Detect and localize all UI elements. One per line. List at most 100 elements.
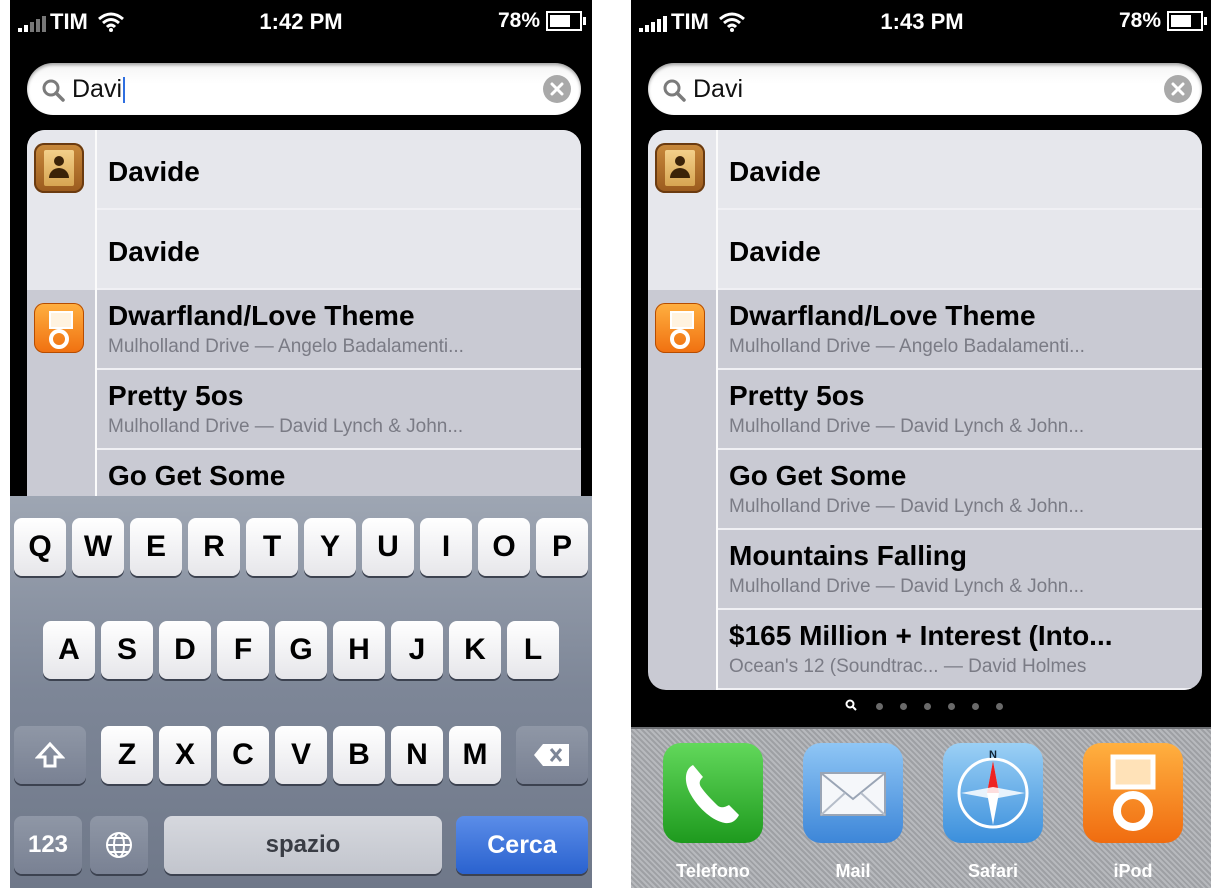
search-results: Davide Davide Dwarfland/Love Theme Mulholl… (27, 130, 581, 530)
result-row[interactable]: Pretty 5os Mulholland Drive — David Lynch… (718, 370, 1202, 450)
dock-app-mail[interactable]: Mail (803, 743, 903, 883)
status-bar: TIM 1:43 PM 78% (631, 0, 1211, 44)
shift-icon (34, 741, 66, 768)
result-title: $165 Million + Interest (Into... (729, 620, 1113, 651)
space-key[interactable]: spazio (164, 816, 442, 874)
result-row[interactable]: Davide (718, 130, 1202, 210)
dock-label: Safari (967, 861, 1019, 881)
key-h[interactable]: H (333, 621, 385, 679)
key-q[interactable]: Q (14, 518, 66, 576)
page-indicator[interactable] (631, 698, 1211, 714)
search-input[interactable]: Davi (72, 75, 126, 104)
key-d[interactable]: D (159, 621, 211, 679)
battery-status: 78% (1119, 9, 1207, 33)
key-f[interactable]: F (217, 621, 269, 679)
search-icon (42, 79, 65, 102)
key-g[interactable]: G (275, 621, 327, 679)
result-subtitle: Mulholland Drive — David Lynch & John... (108, 416, 464, 437)
result-title: Davide (729, 236, 821, 267)
key-y[interactable]: Y (304, 518, 356, 576)
result-subtitle: Mulholland Drive — Angelo Badalamenti... (729, 336, 1085, 357)
shift-key[interactable] (14, 726, 86, 784)
result-row[interactable]: Go Get Some Mulholland Drive — David Lync… (718, 450, 1202, 530)
text-caret (123, 77, 126, 104)
contacts-results-group: Davide Davide (648, 130, 1202, 290)
result-row[interactable]: $165 Million + Interest (Into... Ocean's … (718, 610, 1202, 690)
result-row[interactable]: Davide (718, 210, 1202, 290)
key-n[interactable]: N (391, 726, 443, 784)
key-u[interactable]: U (362, 518, 414, 576)
key-i[interactable]: I (420, 518, 472, 576)
music-rows: Dwarfland/Love Theme Mulholland Drive — A… (718, 290, 1202, 690)
dock-app-safari[interactable]: N Safari (943, 743, 1043, 883)
key-e[interactable]: E (130, 518, 182, 576)
page-dot (996, 703, 1003, 710)
page-dot (924, 703, 931, 710)
key-p[interactable]: P (536, 518, 588, 576)
battery-icon (1167, 11, 1207, 31)
key-w[interactable]: W (72, 518, 124, 576)
backspace-key[interactable] (516, 726, 588, 784)
status-bar: TIM 1:42 PM 78% (10, 0, 592, 44)
numbers-key[interactable]: 123 (14, 816, 82, 874)
key-z[interactable]: Z (101, 726, 153, 784)
safari-icon: N (943, 743, 1043, 843)
ipod-icon (1083, 743, 1183, 843)
key-m[interactable]: M (449, 726, 501, 784)
key-k[interactable]: K (449, 621, 501, 679)
page-dot (900, 703, 907, 710)
result-subtitle: Mulholland Drive — David Lynch & John... (729, 496, 1085, 517)
contacts-group-icon-cell (648, 130, 718, 290)
search-field[interactable]: Davi (27, 63, 581, 115)
battery-status: 78% (498, 9, 586, 33)
key-j[interactable]: J (391, 621, 443, 679)
result-row[interactable]: Davide (97, 210, 581, 290)
dock-app-telefono[interactable]: Telefono (663, 743, 763, 883)
music-rows: Dwarfland/Love Theme Mulholland Drive — A… (97, 290, 581, 530)
result-subtitle: Mulholland Drive — David Lynch & John... (729, 416, 1085, 437)
result-row[interactable]: Davide (97, 130, 581, 210)
phone-screen-right: TIM 1:43 PM 78% Davi Davide Davide Dwarf… (631, 0, 1211, 888)
key-l[interactable]: L (507, 621, 559, 679)
clear-search-button[interactable] (543, 75, 571, 103)
search-query: Davi (693, 75, 744, 103)
search-results: Davide Davide Dwarfland/Love Theme Mulholl… (648, 130, 1202, 690)
svg-text:N: N (989, 749, 997, 761)
clear-search-button[interactable] (1164, 75, 1192, 103)
dock-label: Telefono (676, 861, 750, 881)
result-title: Go Get Some (108, 460, 286, 491)
result-title: Pretty 5os (729, 380, 865, 411)
result-row[interactable]: Mountains Falling Mulholland Drive — Davi… (718, 530, 1202, 610)
result-subtitle: Ocean's 12 (Soundtrac... — David Holmes (729, 656, 1087, 677)
search-icon (663, 79, 686, 102)
search-input[interactable]: Davi (693, 75, 743, 104)
search-field[interactable]: Davi (648, 63, 1202, 115)
keyboard: Q W E R T Y U I O P A S D F G H J K L Z X C V B N M 123 spazio Cerca (10, 496, 592, 888)
search-key[interactable]: Cerca (456, 816, 588, 874)
result-subtitle: Mulholland Drive — David Lynch & John... (729, 576, 1085, 597)
key-a[interactable]: A (43, 621, 95, 679)
key-r[interactable]: R (188, 518, 240, 576)
result-row[interactable]: Dwarfland/Love Theme Mulholland Drive — A… (97, 290, 581, 370)
key-o[interactable]: O (478, 518, 530, 576)
phone-icon (663, 743, 763, 843)
key-s[interactable]: S (101, 621, 153, 679)
key-b[interactable]: B (333, 726, 385, 784)
page-dot (876, 703, 883, 710)
contacts-results-group: Davide Davide (27, 130, 581, 290)
battery-icon (546, 11, 586, 31)
result-row[interactable]: Pretty 5os Mulholland Drive — David Lynch… (97, 370, 581, 450)
key-v[interactable]: V (275, 726, 327, 784)
result-row[interactable]: Dwarfland/Love Theme Mulholland Drive — A… (718, 290, 1202, 370)
search-page-icon (845, 699, 857, 711)
key-c[interactable]: C (217, 726, 269, 784)
globe-key[interactable] (90, 816, 148, 874)
dock-app-ipod[interactable]: iPod (1083, 743, 1183, 883)
ipod-icon (34, 303, 84, 353)
dock-label: Mail (835, 861, 871, 881)
result-title: Go Get Some (729, 460, 907, 491)
key-x[interactable]: X (159, 726, 211, 784)
key-t[interactable]: T (246, 518, 298, 576)
result-title: Dwarfland/Love Theme (108, 300, 415, 331)
result-title: Pretty 5os (108, 380, 244, 411)
